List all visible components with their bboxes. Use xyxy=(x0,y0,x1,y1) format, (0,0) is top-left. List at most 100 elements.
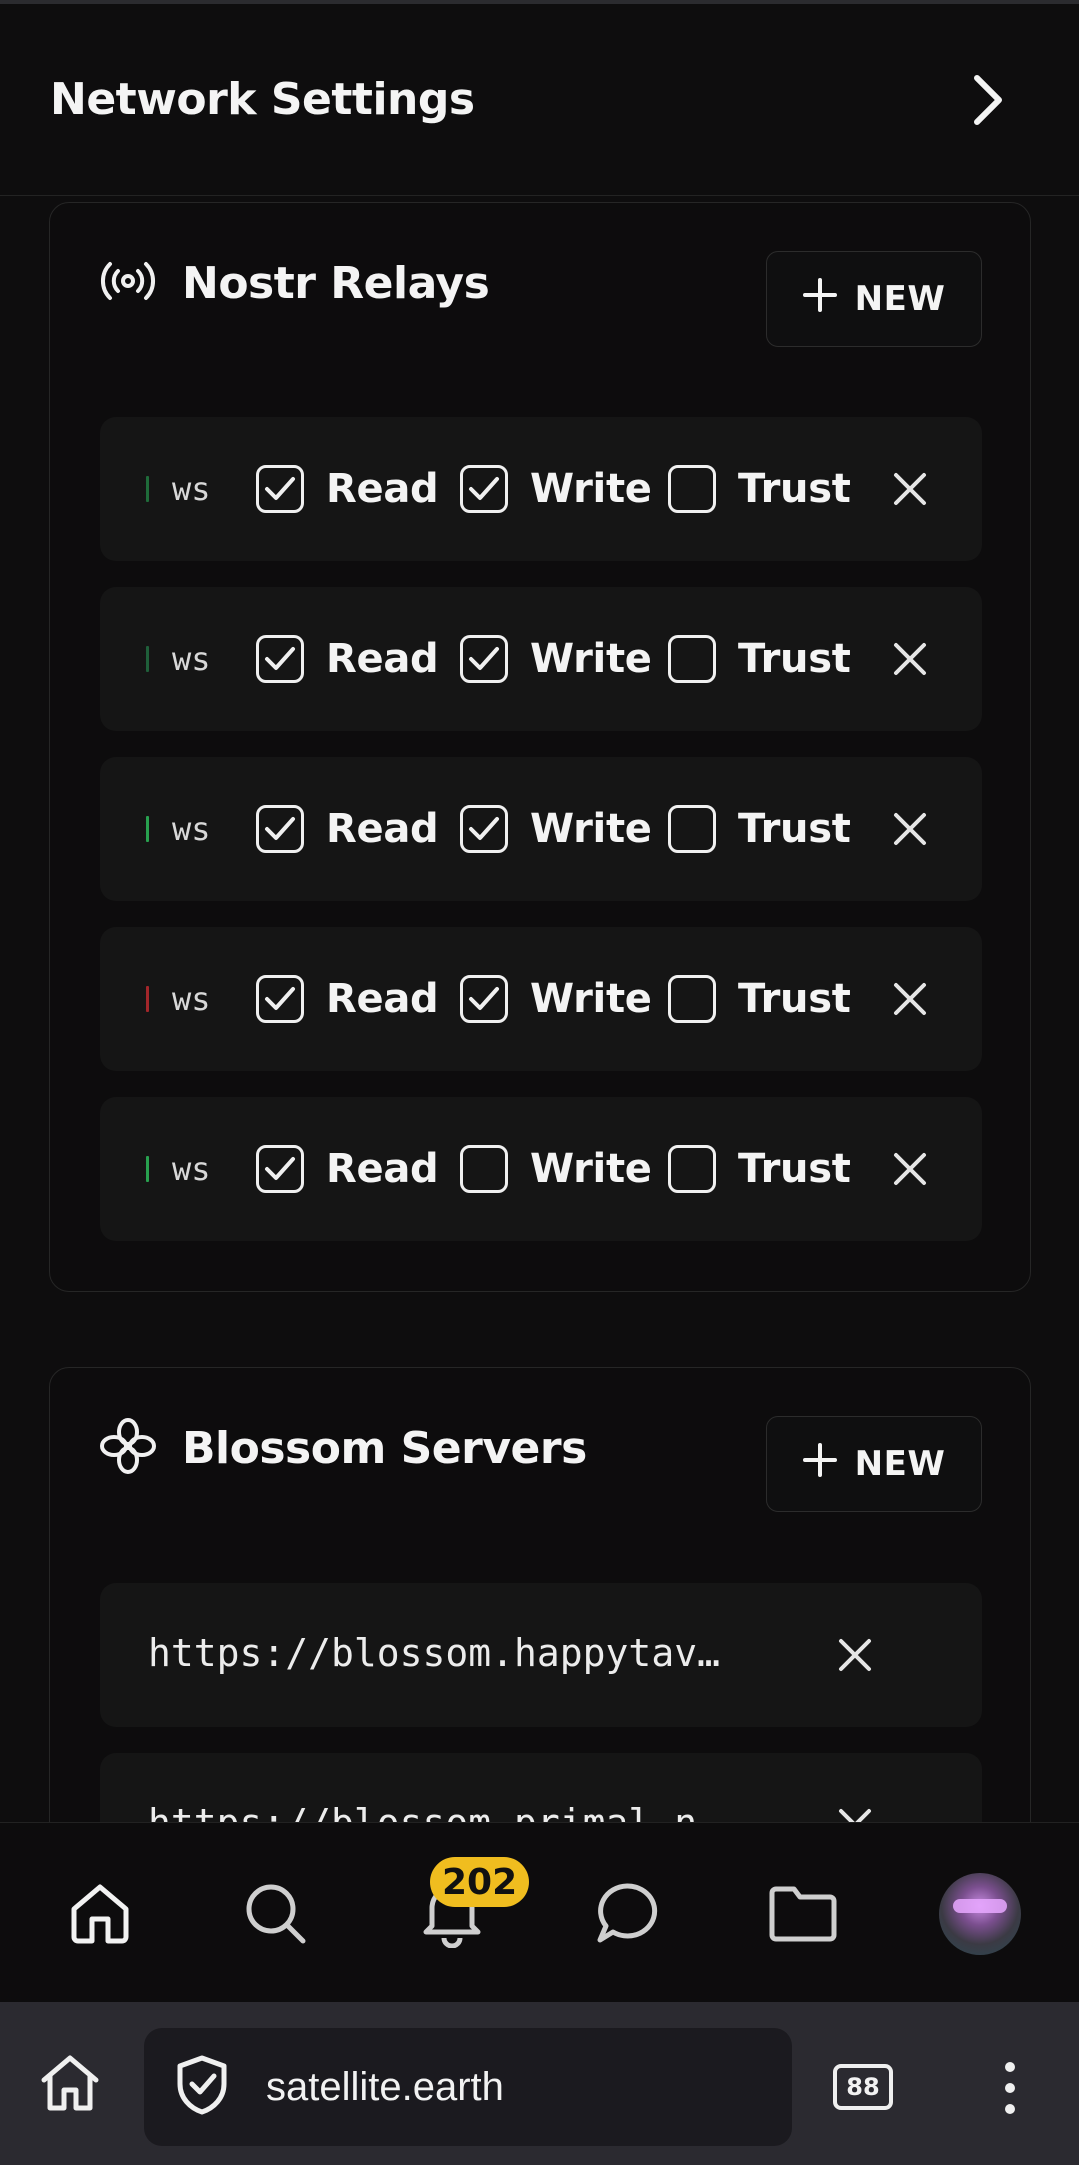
read-checkbox-option[interactable]: Read xyxy=(256,1145,439,1193)
trust-checkbox[interactable] xyxy=(668,1145,716,1193)
read-label: Read xyxy=(326,976,439,1022)
remove-relay-icon[interactable] xyxy=(885,804,935,854)
nostr-relays-title: Nostr Relays xyxy=(182,257,490,309)
plus-icon xyxy=(802,1442,837,1486)
read-checkbox[interactable] xyxy=(256,635,304,683)
more-options-icon[interactable] xyxy=(990,2060,1030,2116)
trust-label: Trust xyxy=(738,806,851,852)
relay-row: ws Read Write Trust xyxy=(100,1097,982,1241)
trust-label: Trust xyxy=(738,1146,851,1192)
trust-label: Trust xyxy=(738,976,851,1022)
trust-label: Trust xyxy=(738,636,851,682)
relay-status-indicator xyxy=(146,986,149,1012)
remove-relay-icon[interactable] xyxy=(885,464,935,514)
read-checkbox-option[interactable]: Read xyxy=(256,975,439,1023)
read-label: Read xyxy=(326,466,439,512)
read-checkbox-option[interactable]: Read xyxy=(256,805,439,853)
read-label: Read xyxy=(326,636,439,682)
write-checkbox[interactable] xyxy=(460,1145,508,1193)
remove-relay-icon[interactable] xyxy=(885,974,935,1024)
write-checkbox-option[interactable]: Write xyxy=(460,465,652,513)
trust-checkbox[interactable] xyxy=(668,975,716,1023)
nostr-relays-header: Nostr Relays NEW xyxy=(98,251,982,347)
plus-icon xyxy=(802,277,837,321)
blossom-server-url: https://blossom.happytav… xyxy=(148,1631,720,1675)
app-tab-bar: 202 xyxy=(0,1822,1079,2002)
read-label: Read xyxy=(326,1146,439,1192)
relay-row: ws Read Write Trust xyxy=(100,757,982,901)
url-text: satellite.earth xyxy=(266,2064,504,2109)
write-checkbox-option[interactable]: Write xyxy=(460,635,652,683)
page-title: Network Settings xyxy=(50,74,475,125)
blossom-server-row: https://blossom.primal.n… xyxy=(100,1753,982,1822)
trust-checkbox-option[interactable]: Trust xyxy=(668,635,851,683)
write-checkbox[interactable] xyxy=(460,805,508,853)
write-label: Write xyxy=(530,976,652,1022)
profile-avatar[interactable] xyxy=(939,1873,1021,1955)
tab-count-button[interactable]: 88 xyxy=(833,2064,893,2110)
read-checkbox[interactable] xyxy=(256,1145,304,1193)
browser-home-icon[interactable] xyxy=(38,2052,108,2122)
read-checkbox[interactable] xyxy=(256,465,304,513)
relay-broadcast-icon xyxy=(98,256,158,310)
browser-toolbar: satellite.earth 88 xyxy=(0,2002,1079,2165)
relay-status-indicator xyxy=(146,816,149,842)
relay-row: ws Read Write Trust xyxy=(100,417,982,561)
folder-icon[interactable] xyxy=(753,1863,853,1963)
remove-server-icon[interactable] xyxy=(830,1630,880,1680)
home-icon[interactable] xyxy=(50,1863,150,1963)
remove-server-icon[interactable] xyxy=(830,1800,880,1822)
relay-url: ws xyxy=(172,470,210,508)
read-checkbox-option[interactable]: Read xyxy=(256,465,439,513)
relay-url: ws xyxy=(172,1150,210,1188)
blossom-servers-title: Blossom Servers xyxy=(182,1422,587,1474)
relay-url: ws xyxy=(172,980,210,1018)
write-checkbox[interactable] xyxy=(460,465,508,513)
relay-row: ws Read Write Trust xyxy=(100,587,982,731)
write-checkbox-option[interactable]: Write xyxy=(460,805,652,853)
notification-count-badge: 202 xyxy=(430,1857,530,1907)
relay-status-indicator xyxy=(146,476,149,502)
settings-scroll-area[interactable]: Nostr Relays NEW ws Read Write Trust ws Read W… xyxy=(0,197,1079,1822)
relay-status-indicator xyxy=(146,646,149,672)
chevron-right-icon[interactable] xyxy=(959,70,1019,130)
trust-checkbox-option[interactable]: Trust xyxy=(668,465,851,513)
trust-checkbox-option[interactable]: Trust xyxy=(668,1145,851,1193)
address-bar[interactable]: satellite.earth xyxy=(144,2028,792,2146)
blossom-flower-icon xyxy=(98,1418,158,1478)
write-checkbox[interactable] xyxy=(460,635,508,683)
new-server-label: NEW xyxy=(854,1444,946,1484)
read-checkbox[interactable] xyxy=(256,805,304,853)
write-label: Write xyxy=(530,636,652,682)
write-label: Write xyxy=(530,466,652,512)
add-relay-button[interactable]: NEW xyxy=(766,251,982,347)
trust-checkbox-option[interactable]: Trust xyxy=(668,975,851,1023)
trust-label: Trust xyxy=(738,466,851,512)
remove-relay-icon[interactable] xyxy=(885,634,935,684)
blossom-server-row: https://blossom.happytav… xyxy=(100,1583,982,1727)
read-label: Read xyxy=(326,806,439,852)
trust-checkbox[interactable] xyxy=(668,805,716,853)
nostr-relays-card: Nostr Relays NEW ws Read Write Trust ws Read W… xyxy=(49,202,1031,1292)
messages-icon[interactable] xyxy=(577,1863,677,1963)
network-settings-header[interactable]: Network Settings xyxy=(0,4,1079,196)
read-checkbox-option[interactable]: Read xyxy=(256,635,439,683)
blossom-servers-header: Blossom Servers NEW xyxy=(98,1416,982,1512)
remove-relay-icon[interactable] xyxy=(885,1144,935,1194)
shield-icon[interactable] xyxy=(174,2054,230,2120)
write-label: Write xyxy=(530,1146,652,1192)
blossom-servers-card: Blossom Servers NEW https://blossom.happ… xyxy=(49,1367,1031,1822)
relay-status-indicator xyxy=(146,1156,149,1182)
trust-checkbox[interactable] xyxy=(668,635,716,683)
blossom-server-url: https://blossom.primal.n… xyxy=(148,1801,788,1822)
trust-checkbox-option[interactable]: Trust xyxy=(668,805,851,853)
write-checkbox-option[interactable]: Write xyxy=(460,1145,652,1193)
write-checkbox[interactable] xyxy=(460,975,508,1023)
write-checkbox-option[interactable]: Write xyxy=(460,975,652,1023)
write-label: Write xyxy=(530,806,652,852)
relay-url: ws xyxy=(172,640,210,678)
search-icon[interactable] xyxy=(225,1863,325,1963)
trust-checkbox[interactable] xyxy=(668,465,716,513)
read-checkbox[interactable] xyxy=(256,975,304,1023)
add-blossom-server-button[interactable]: NEW xyxy=(766,1416,982,1512)
